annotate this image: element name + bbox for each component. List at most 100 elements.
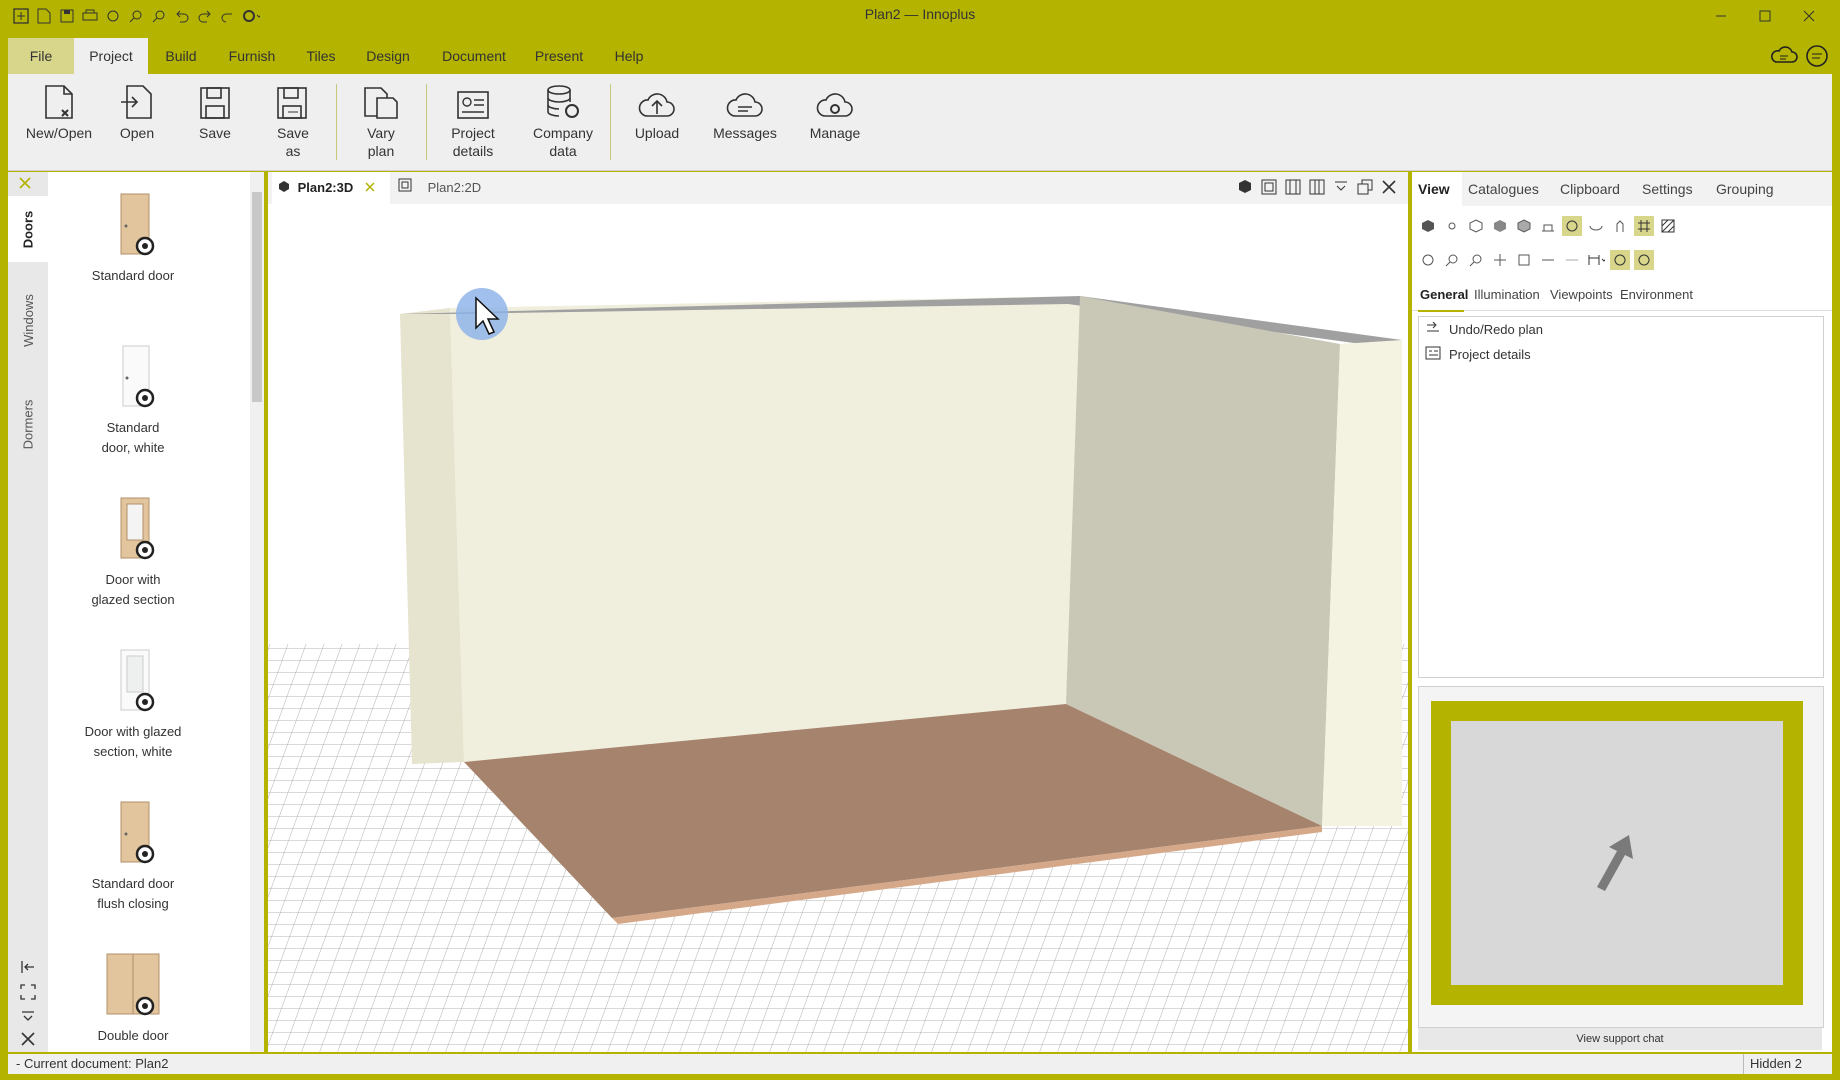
collapse-icon[interactable]	[20, 1009, 48, 1025]
catalogue-item-standard-door-flush[interactable]: Standard door flush closing	[48, 798, 218, 914]
close-icon[interactable]	[18, 176, 32, 193]
vary-plan-button[interactable]: Vary plan	[338, 80, 424, 166]
maximize-icon[interactable]	[1744, 4, 1786, 28]
new-open-button[interactable]: New/Open	[16, 80, 102, 166]
close-view-icon[interactable]	[1380, 178, 1398, 199]
tab-plan-2d[interactable]: Plan2:2D	[394, 172, 504, 204]
save-as-button[interactable]: Save as	[250, 80, 336, 166]
tab-grouping[interactable]: Grouping	[1716, 172, 1796, 206]
zoom-out-icon[interactable]	[150, 7, 168, 25]
catalogue-item-door-glazed-white[interactable]: Door with glazed section, white	[48, 646, 218, 762]
measure-icon[interactable]	[1538, 250, 1558, 270]
sun-icon[interactable]	[1442, 216, 1462, 236]
tab-catalogues[interactable]: Catalogues	[1468, 172, 1552, 206]
subtab-illumination[interactable]: Illumination	[1474, 280, 1544, 310]
frame-icon[interactable]	[1260, 178, 1278, 199]
catalogue-item-standard-door-white[interactable]: Standard door, white	[48, 342, 218, 458]
dock-left-icon[interactable]	[20, 959, 48, 978]
orbit-icon[interactable]	[1586, 216, 1606, 236]
tab-view[interactable]: View	[1412, 172, 1462, 206]
app-icon[interactable]	[12, 7, 30, 25]
redo-icon[interactable]	[196, 7, 214, 25]
subtab-general[interactable]: General	[1418, 280, 1468, 312]
messages-button[interactable]: Messages	[702, 80, 788, 166]
grid-icon[interactable]	[1634, 216, 1654, 236]
person-icon[interactable]	[1610, 216, 1630, 236]
save-button[interactable]: Save	[172, 80, 258, 166]
walk-icon[interactable]	[1538, 216, 1558, 236]
measure-off-icon[interactable]	[1562, 250, 1582, 270]
fit-view-icon[interactable]	[1514, 250, 1534, 270]
undo-icon[interactable]	[173, 7, 191, 25]
tab-doors[interactable]: Doors	[8, 196, 48, 262]
project-details-button[interactable]: Project details	[430, 80, 516, 166]
ribbon: New/Open Open Save Save as Vary plan Pro…	[8, 74, 1832, 171]
catalogue-item-double-door[interactable]: Double door	[48, 950, 218, 1046]
scrollbar-thumb[interactable]	[252, 192, 262, 402]
redo-all-icon[interactable]	[219, 7, 237, 25]
print-icon[interactable]	[81, 7, 99, 25]
chat-bubble-icon[interactable]	[1804, 44, 1830, 73]
menu-file[interactable]: File	[8, 38, 74, 74]
dropdown-icon[interactable]	[1332, 178, 1350, 199]
view-preview[interactable]	[1418, 686, 1824, 1028]
tab-dormers[interactable]: Dormers	[8, 376, 48, 472]
menu-present[interactable]: Present	[524, 38, 594, 74]
close-tab-icon[interactable]	[365, 180, 375, 195]
tab-windows[interactable]: Windows	[8, 272, 48, 368]
label-plan-icon[interactable]	[1634, 250, 1654, 270]
menu-project[interactable]: Project	[74, 38, 148, 74]
refresh-icon[interactable]	[104, 7, 122, 25]
menu-document[interactable]: Document	[428, 38, 520, 74]
project-details-icon	[1425, 346, 1441, 363]
menu-help[interactable]: Help	[598, 38, 660, 74]
dimension-icon[interactable]	[1586, 250, 1606, 270]
minimize-icon[interactable]	[1700, 4, 1742, 28]
camera-fly-icon[interactable]	[1562, 216, 1582, 236]
shaded-icon[interactable]	[1490, 216, 1510, 236]
save-icon[interactable]	[58, 7, 76, 25]
list-item-project-details[interactable]: Project details	[1419, 342, 1823, 367]
upload-button[interactable]: Upload	[614, 80, 700, 166]
fullscreen-icon[interactable]	[20, 984, 48, 1003]
tab-settings[interactable]: Settings	[1642, 172, 1704, 206]
menu-furnish[interactable]: Furnish	[214, 38, 290, 74]
split-vertical-icon[interactable]	[1284, 178, 1302, 199]
wireframe-icon[interactable]	[1466, 216, 1486, 236]
menu-build[interactable]: Build	[152, 38, 210, 74]
zoom-out-icon[interactable]	[1466, 250, 1486, 270]
rotate-icon[interactable]	[1418, 250, 1438, 270]
subtab-viewpoints[interactable]: Viewpoints	[1550, 280, 1620, 310]
tab-plan-3d[interactable]: Plan2:3D	[272, 172, 390, 204]
catalogue-scrollbar[interactable]	[250, 172, 264, 1052]
subtab-environment[interactable]: Environment	[1620, 280, 1710, 310]
menu-tiles[interactable]: Tiles	[294, 38, 348, 74]
customize-icon[interactable]	[242, 7, 260, 25]
label-view-icon[interactable]	[1610, 250, 1630, 270]
solid-view-icon[interactable]	[1418, 216, 1438, 236]
cube-view-icon[interactable]	[1236, 178, 1254, 199]
catalogue-item-standard-door[interactable]: Standard door	[48, 190, 218, 286]
zoom-in-icon[interactable]	[1442, 250, 1462, 270]
pan-icon[interactable]	[1490, 250, 1510, 270]
cloud-chat-icon[interactable]	[1770, 44, 1798, 73]
close-icon[interactable]	[1788, 4, 1830, 28]
restore-icon[interactable]	[1356, 178, 1374, 199]
textured-icon[interactable]	[1514, 216, 1534, 236]
catalogue-item-door-glazed[interactable]: Door with glazed section	[48, 494, 218, 610]
hatch-icon[interactable]	[1658, 216, 1678, 236]
3d-scene[interactable]	[268, 204, 1408, 1052]
menu-design[interactable]: Design	[352, 38, 424, 74]
zoom-in-icon[interactable]	[127, 7, 145, 25]
new-file-icon[interactable]	[35, 7, 53, 25]
3d-viewport[interactable]: Plan2:3D Plan2:2D	[268, 172, 1408, 1052]
close-panel-icon[interactable]	[20, 1031, 48, 1050]
tab-clipboard[interactable]: Clipboard	[1560, 172, 1630, 206]
columns-icon[interactable]	[1308, 178, 1326, 199]
quick-access-toolbar	[12, 7, 260, 25]
list-item-undo-redo[interactable]: Undo/Redo plan	[1419, 317, 1823, 342]
company-data-button[interactable]: Company data	[520, 80, 606, 166]
open-button[interactable]: Open	[94, 80, 180, 166]
view-support-chat-button[interactable]: View support chat	[1418, 1028, 1822, 1050]
manage-button[interactable]: Manage	[792, 80, 878, 166]
